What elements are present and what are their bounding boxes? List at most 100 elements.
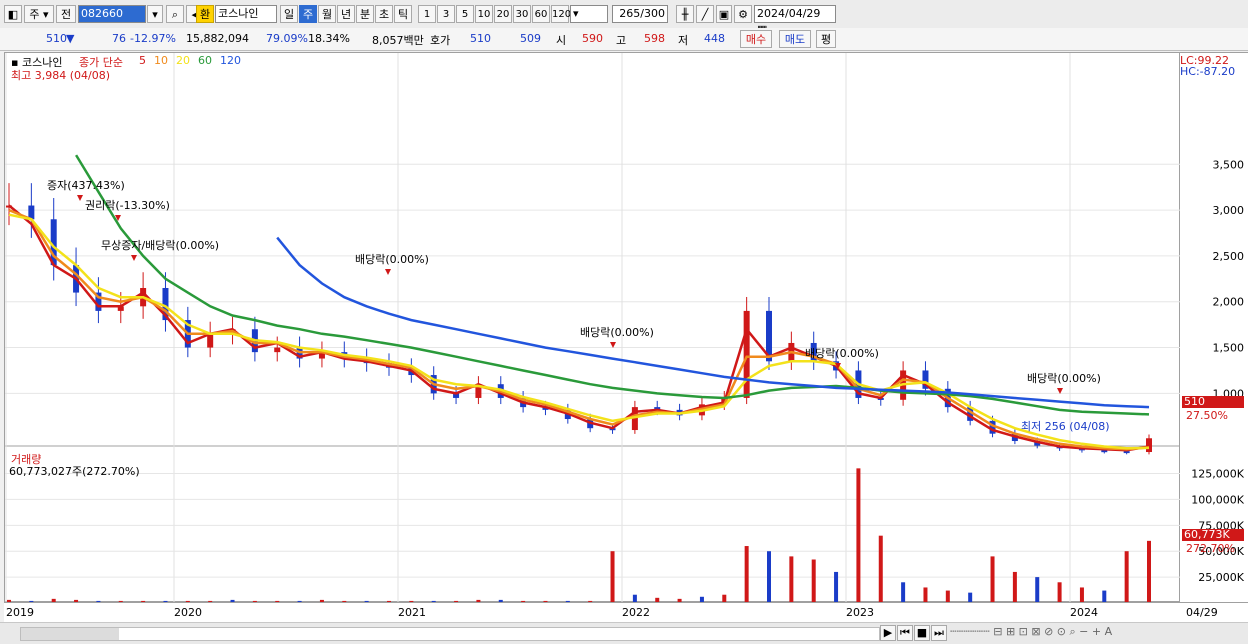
- all-button[interactable]: 전: [56, 5, 76, 23]
- event-annotation: 배당락(0.00%): [355, 253, 429, 266]
- y-tick-label: 3,500: [1213, 158, 1245, 171]
- search-icon[interactable]: ⌕: [166, 5, 184, 23]
- window-icon[interactable]: ◧: [4, 5, 22, 23]
- gear-icon[interactable]: ⚙: [734, 5, 752, 23]
- period-tab[interactable]: 주: [299, 5, 317, 23]
- legend-high: 최고 3,984 (04/08): [11, 69, 111, 82]
- bottom-bar: ▶ ⏮ ■ ⏭ ┄┄┄┄┄┄ ⊟ ⊞ ⊡ ⊠ ⊘ ⊙ ⌕ − + A: [0, 622, 1248, 644]
- current-price: 510: [46, 32, 67, 45]
- save-icon[interactable]: ▣: [716, 5, 732, 23]
- currency-button[interactable]: 환: [196, 5, 214, 23]
- interval-tab[interactable]: 30: [513, 5, 531, 23]
- interval-input[interactable]: ▾: [570, 5, 608, 23]
- interval-tab[interactable]: 3: [437, 5, 455, 23]
- legend-ma-item: 5: [139, 54, 146, 67]
- x-tick-label: 2020: [174, 606, 202, 619]
- period-tab[interactable]: 초: [375, 5, 393, 23]
- buy-button[interactable]: 매수: [740, 30, 772, 48]
- eval-button[interactable]: 평: [816, 30, 836, 48]
- volume-bar: [1035, 577, 1040, 603]
- nav-button[interactable]: ⏭: [931, 625, 947, 641]
- event-annotation: 배당락(0.00%): [1027, 372, 1101, 385]
- interval-tab[interactable]: 10: [475, 5, 493, 23]
- event-annotation: 배당락(0.00%): [805, 347, 879, 360]
- volume-bar: [901, 582, 906, 603]
- event-marker: [385, 269, 391, 275]
- event-annotation: 배당락(0.00%): [580, 326, 654, 339]
- interval-tab[interactable]: 60: [532, 5, 550, 23]
- volume-bar: [1057, 582, 1062, 603]
- volume-ratio: 79.09%: [266, 32, 308, 45]
- event-marker: [77, 195, 83, 201]
- volume-bar: [1147, 540, 1151, 603]
- x-end-label: 04/29: [1186, 606, 1218, 619]
- code-input[interactable]: 082660: [78, 5, 146, 23]
- time-axis: 2019 2020 2021 2022 2023 2024 04/29: [4, 602, 1248, 623]
- quote-bar: 510 ▼ 76 -12.97% 15,882,094 79.09% 18.34…: [0, 28, 1248, 51]
- ma-line-60: [75, 154, 1150, 416]
- market-select[interactable]: 주 ▾: [24, 5, 54, 23]
- candle-icon[interactable]: ╫: [676, 5, 694, 23]
- event-annotation: 권리락(-13.30%): [85, 199, 170, 212]
- legend-ma-item: 60: [198, 54, 212, 67]
- vol-tick-label: 100,000K: [1191, 493, 1244, 506]
- event-annotation: 무상증자/배당락(0.00%): [101, 239, 219, 252]
- draw-icon[interactable]: ╱: [696, 5, 714, 23]
- count-field[interactable]: 265/300: [612, 5, 668, 23]
- legend-ma-item: 120: [220, 54, 241, 67]
- nav-button[interactable]: ▶: [880, 625, 896, 641]
- y-tick-label: 1,500: [1213, 342, 1245, 355]
- period-tab[interactable]: 월: [318, 5, 336, 23]
- volume-tag: 60,773K: [1182, 529, 1244, 541]
- zoom-tools-icon[interactable]: ┄┄┄┄┄┄ ⊟ ⊞ ⊡ ⊠ ⊘ ⊙ ⌕ − + A: [950, 625, 1112, 639]
- bid-price: 509: [520, 32, 541, 45]
- sell-button[interactable]: 매도: [779, 30, 811, 48]
- date-field[interactable]: 2024/04/29 ▦: [754, 5, 836, 36]
- event-annotation: 증자(437.43%): [47, 179, 125, 192]
- x-tick-label: 2022: [622, 606, 650, 619]
- chart-plot-area[interactable]: 증자(437.43%) 권리락(-13.30%) 무상증자/배당락(0.00%) 배당…: [4, 52, 1181, 603]
- volume-bar: [923, 587, 928, 603]
- count-total: /300: [640, 7, 665, 20]
- price-tag-pct: 27.50%: [1186, 409, 1228, 422]
- change-arrow: ▼: [66, 32, 75, 45]
- x-tick-label: 2021: [398, 606, 426, 619]
- interval-tab[interactable]: 120: [551, 5, 571, 23]
- low-label: 저: [678, 34, 689, 47]
- x-tick-label: 2023: [846, 606, 874, 619]
- event-marker: [131, 255, 137, 261]
- y-tick-label: 2,000: [1213, 296, 1245, 309]
- period-tab[interactable]: 년: [337, 5, 355, 23]
- volume-bar: [744, 546, 749, 603]
- stock-name-field[interactable]: 코스나인: [215, 5, 277, 23]
- nav-button[interactable]: ⏮: [897, 625, 913, 641]
- volume-bar: [990, 556, 995, 603]
- scroll-track[interactable]: [20, 627, 880, 641]
- interval-tab[interactable]: 5: [456, 5, 474, 23]
- period-tab[interactable]: 일: [280, 5, 298, 23]
- volume-bar: [834, 571, 839, 603]
- interval-tab[interactable]: 1: [418, 5, 436, 23]
- count-value: 265: [619, 7, 641, 20]
- period-tab[interactable]: 틱: [394, 5, 412, 23]
- price-chart: 증자(437.43%) 권리락(-13.30%) 무상증자/배당락(0.00%) 배당…: [5, 53, 1181, 603]
- legend-ma-periods: 5 10 20 60 120: [139, 54, 249, 67]
- amount: 8,057백만: [372, 34, 424, 47]
- x-tick-label: 2024: [1070, 606, 1098, 619]
- axis-svg: 3,5003,0002,5002,0001,5001,000125,000K10…: [1191, 158, 1245, 584]
- low-price: 448: [704, 32, 725, 45]
- volume-bar: [1079, 587, 1084, 603]
- dropdown-icon[interactable]: ▾: [147, 5, 163, 23]
- change-percent: -12.97%: [130, 32, 176, 45]
- volume-bar: [610, 551, 615, 603]
- period-tab[interactable]: 분: [356, 5, 374, 23]
- legend-ma-item: 10: [154, 54, 168, 67]
- vol-tick-label: 25,000K: [1198, 571, 1244, 584]
- interval-tab[interactable]: 20: [494, 5, 512, 23]
- scroll-thumb[interactable]: [21, 628, 119, 640]
- volume-value-label: 60,773,027주(272.70%): [9, 465, 140, 478]
- price-axis: 3,500 3,000 2,500 2,000 1,500 1,000 125,000K 10…: [1180, 52, 1248, 603]
- nav-button[interactable]: ■: [914, 625, 930, 641]
- price-tag: 510: [1182, 396, 1244, 408]
- y-tick-label: 3,000: [1213, 204, 1245, 217]
